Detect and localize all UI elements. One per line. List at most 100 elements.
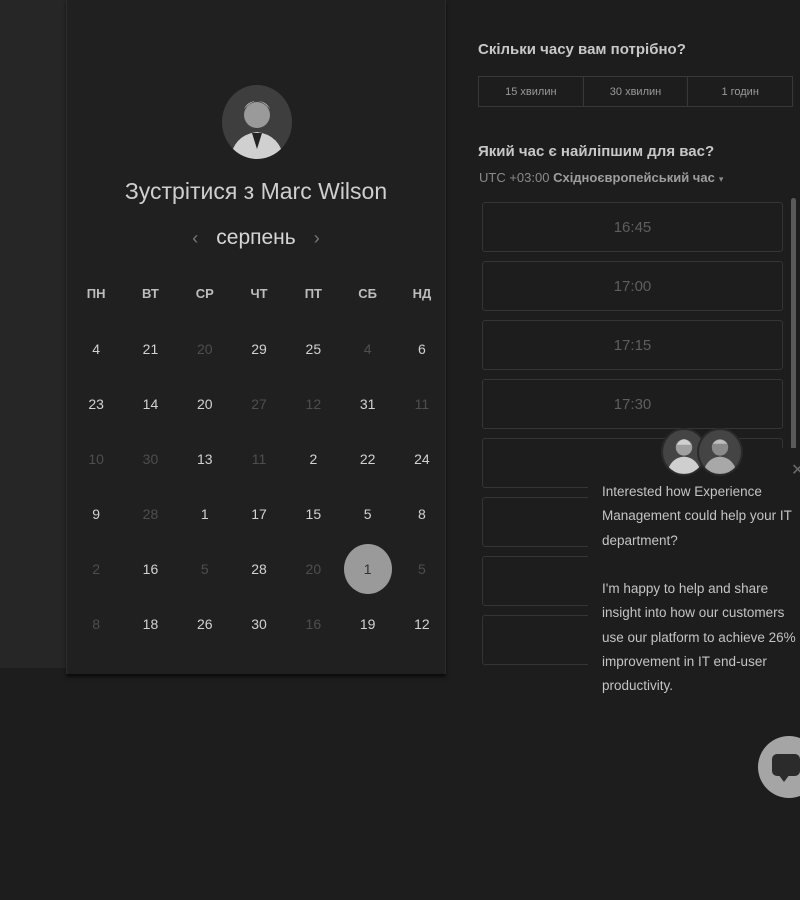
calendar-day-number: 5 xyxy=(363,505,372,522)
calendar-day-number: 1 xyxy=(343,543,392,594)
chat-bubble-tail xyxy=(778,774,790,782)
calendar-day: 11 xyxy=(395,376,449,431)
calendar-day[interactable]: 19 xyxy=(340,596,394,651)
calendar-day-number: 18 xyxy=(142,615,159,632)
calendar-day[interactable]: 20 xyxy=(178,376,232,431)
duration-option-15-min[interactable]: 15 хвилин xyxy=(479,77,584,106)
calendar-day: 16 xyxy=(286,596,340,651)
calendar-day-number: 21 xyxy=(142,340,159,357)
month-label: серпень xyxy=(216,226,296,249)
host-name: Marc Wilson xyxy=(260,178,388,204)
calendar-day-number: 4 xyxy=(92,340,101,357)
calendar-day-number: 20 xyxy=(196,340,213,357)
calendar-day: 8 xyxy=(69,596,123,651)
host-avatar xyxy=(222,85,292,159)
duration-options: 15 хвилин 30 хвилин 1 годин xyxy=(478,76,793,107)
calendar-day-number: 5 xyxy=(418,560,426,577)
timezone-offset: UTC +03:00 xyxy=(479,170,550,185)
duration-option-1-hour[interactable]: 1 годин xyxy=(688,77,792,106)
agent-avatar-2 xyxy=(697,428,743,476)
time-question: Який час є найліпшим для вас? xyxy=(478,143,715,160)
calendar-day-number: 11 xyxy=(251,450,267,467)
calendar-day: 5 xyxy=(178,541,232,596)
weekday-label: ВТ xyxy=(142,286,159,301)
calendar-day[interactable]: 21 xyxy=(123,321,177,376)
calendar-day[interactable]: 1 xyxy=(178,486,232,541)
calendar-day[interactable]: 16 xyxy=(123,541,177,596)
calendar-day-number: 23 xyxy=(88,395,104,412)
calendar-day-number: 20 xyxy=(196,395,213,412)
calendar-day[interactable]: 8 xyxy=(395,486,449,541)
time-slot[interactable]: 17:15 xyxy=(482,320,783,370)
calendar-day[interactable]: 9 xyxy=(69,486,123,541)
calendar-day-number: 9 xyxy=(92,505,101,522)
calendar-day: 30 xyxy=(123,431,177,486)
calendar-day[interactable]: 24 xyxy=(395,431,449,486)
weekday-label: СР xyxy=(195,286,214,301)
calendar-day-number: 28 xyxy=(142,505,159,522)
calendar-day-number: 20 xyxy=(305,560,322,577)
calendar-day[interactable]: 5 xyxy=(340,486,394,541)
calendar-day[interactable]: 30 xyxy=(232,596,286,651)
close-icon[interactable]: ✕ xyxy=(791,460,800,480)
calendar-day-number: 16 xyxy=(305,615,322,632)
calendar-day[interactable]: 6 xyxy=(395,321,449,376)
calendar-day-number: 4 xyxy=(363,340,372,357)
calendar-day[interactable]: 12 xyxy=(395,596,449,651)
calendar-day-number: 28 xyxy=(251,560,267,577)
chevron-right-icon[interactable]: › xyxy=(310,228,324,249)
chevron-left-icon[interactable]: ‹ xyxy=(188,228,202,249)
chat-message-text: Interested how Experience Management cou… xyxy=(602,484,796,694)
time-slot[interactable]: 17:00 xyxy=(482,261,783,311)
calendar-day[interactable]: 28 xyxy=(232,541,286,596)
calendar-day-number: 24 xyxy=(414,450,430,467)
calendar-day: 12 xyxy=(286,376,340,431)
calendar-day-number: 10 xyxy=(88,450,104,467)
calendar-day[interactable]: 15 xyxy=(286,486,340,541)
weekday-label: ЧТ xyxy=(250,286,268,301)
caret-down-icon: ▾ xyxy=(718,174,724,184)
calendar-day-number: 2 xyxy=(309,450,318,467)
weekday-label: ПТ xyxy=(304,286,322,301)
calendar-day[interactable]: 13 xyxy=(178,431,232,486)
calendar-day-number: 16 xyxy=(142,560,159,577)
meeting-title: Зустрітися з Marc Wilson xyxy=(67,178,445,205)
calendar-day[interactable]: 14 xyxy=(123,376,177,431)
calendar-day[interactable]: 23 xyxy=(69,376,123,431)
calendar-day[interactable]: 2 xyxy=(286,431,340,486)
calendar-day[interactable]: 26 xyxy=(178,596,232,651)
calendar-day: 20 xyxy=(178,321,232,376)
calendar-day[interactable]: 29 xyxy=(232,321,286,376)
chat-message: Interested how Experience Management cou… xyxy=(602,480,800,699)
calendar-day[interactable]: 4 xyxy=(69,321,123,376)
calendar-day-number: 30 xyxy=(142,450,159,467)
calendar-day[interactable]: 25 xyxy=(286,321,340,376)
calendar-day-selected[interactable]: 1 xyxy=(340,541,394,596)
chat-bubble-icon xyxy=(772,754,800,776)
weekday-header: ПН ВТ СР ЧТ ПТ СБ НД xyxy=(69,286,449,301)
left-background-strip xyxy=(0,0,66,668)
time-slots-scrollbar[interactable] xyxy=(791,198,796,450)
calendar-day[interactable]: 18 xyxy=(123,596,177,651)
calendar-day-number: 29 xyxy=(251,340,267,357)
calendar-day-number: 5 xyxy=(200,560,209,577)
month-navigation: ‹ серпень › xyxy=(67,226,445,250)
timezone-selector[interactable]: UTC +03:00 Східноєвропейський час ▾ xyxy=(479,170,723,185)
calendar-day-number: 14 xyxy=(142,395,159,412)
calendar-day: 20 xyxy=(286,541,340,596)
duration-option-30-min[interactable]: 30 хвилин xyxy=(584,77,689,106)
calendar-day: 11 xyxy=(232,431,286,486)
calendar-day: 27 xyxy=(232,376,286,431)
calendar-day[interactable]: 17 xyxy=(232,486,286,541)
time-slot[interactable]: 16:45 xyxy=(482,202,783,252)
calendar-day-number: 12 xyxy=(414,615,430,632)
calendar-day-number: 1 xyxy=(200,505,209,522)
calendar-day[interactable]: 22 xyxy=(340,431,394,486)
time-slot[interactable]: 17:30 xyxy=(482,379,783,429)
calendar-day-number: 11 xyxy=(414,395,430,412)
calendar-day-number: 25 xyxy=(305,340,322,357)
weekday-label: СБ xyxy=(358,286,377,301)
scheduling-page: Зустрітися з Marc Wilson ‹ серпень › ПН В… xyxy=(0,0,800,900)
calendar-day-number: 26 xyxy=(196,615,213,632)
calendar-day[interactable]: 31 xyxy=(340,376,394,431)
